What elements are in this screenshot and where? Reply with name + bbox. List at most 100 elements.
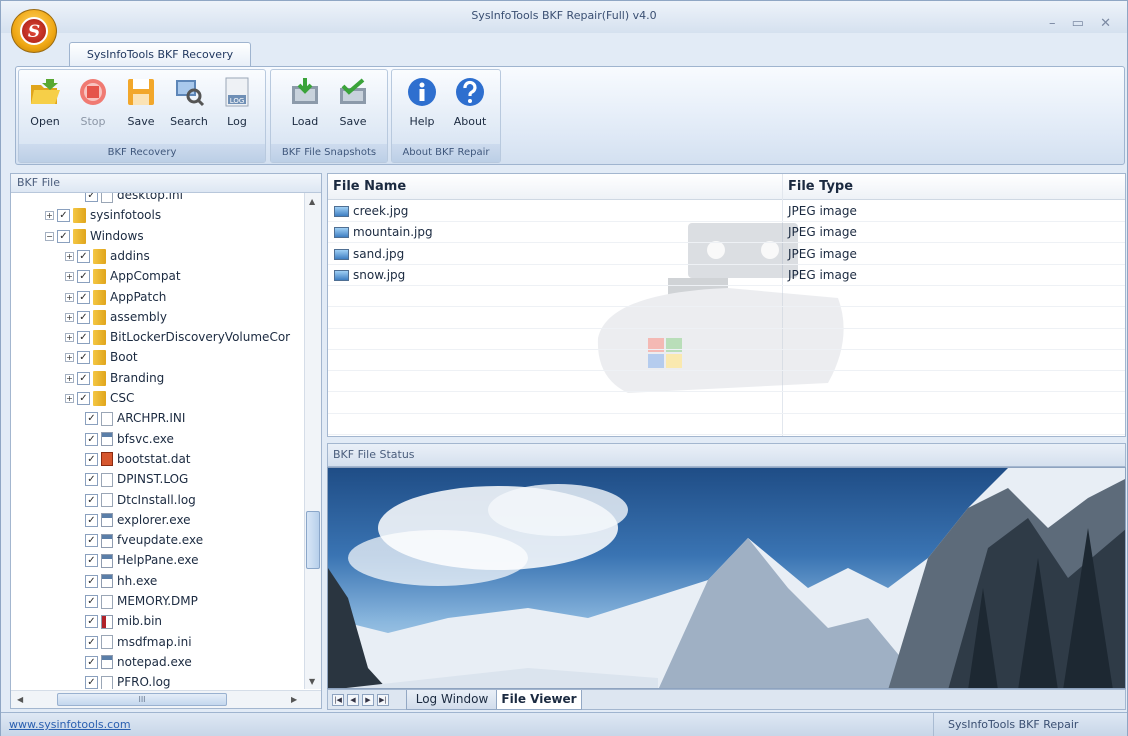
tree-checkbox[interactable]: ✓ <box>77 310 90 324</box>
tree-item[interactable]: ✓ PFRO.log <box>85 672 171 689</box>
scroll-right-icon[interactable]: ▶ <box>291 695 297 704</box>
tree-horizontal-scrollbar[interactable]: ◀ III ▶ <box>11 690 321 708</box>
tree-checkbox[interactable]: ✓ <box>77 290 90 304</box>
group-bkf-snapshots: Load Save BKF File Snapshots <box>270 69 388 163</box>
tree-expander-icon[interactable]: + <box>45 211 54 221</box>
website-link[interactable]: www.sysinfotools.com <box>9 718 131 731</box>
tree-item[interactable]: ✓ HelpPane.exe <box>85 550 199 570</box>
tree-expander-icon[interactable]: + <box>65 333 74 343</box>
tree-checkbox[interactable]: ✓ <box>85 574 98 588</box>
tree-item[interactable]: + ✓ assembly <box>65 307 167 327</box>
exe-file-icon <box>101 432 113 447</box>
tree-item[interactable]: + ✓ Branding <box>65 368 164 388</box>
tree-checkbox[interactable]: ✓ <box>77 331 90 345</box>
tree-checkbox[interactable]: ✓ <box>85 635 98 649</box>
tree-item[interactable]: + ✓ Boot <box>65 347 138 367</box>
tree-item[interactable]: ✓ msdfmap.ini <box>85 632 192 652</box>
tab-bkf-recovery[interactable]: SysInfoTools BKF Recovery <box>69 42 251 66</box>
tree-item[interactable]: ✓ DPINST.LOG <box>85 469 188 489</box>
log-button[interactable]: LOG Log <box>215 76 259 134</box>
tree-item[interactable]: + ✓ addins <box>65 246 150 266</box>
tree-item[interactable]: + ✓ CSC <box>65 388 134 408</box>
save-snapshot-button[interactable]: Save <box>331 76 375 134</box>
folder-icon <box>93 248 106 264</box>
tree-expander-icon[interactable]: + <box>65 373 74 383</box>
scroll-thumb[interactable] <box>306 511 320 569</box>
table-row[interactable]: snow.jpg JPEG image <box>328 265 1125 286</box>
scroll-down-icon[interactable]: ▼ <box>309 677 315 686</box>
tree-vertical-scrollbar[interactable]: ▲ ▼ <box>304 193 321 689</box>
tree-item[interactable]: ✓ DtcInstall.log <box>85 490 196 510</box>
tree-checkbox[interactable]: ✓ <box>77 249 90 263</box>
save-button[interactable]: Save <box>119 76 163 134</box>
tree-checkbox[interactable]: ✓ <box>85 534 98 548</box>
tree-checkbox[interactable]: ✓ <box>85 554 98 568</box>
tree-checkbox[interactable]: ✓ <box>85 412 98 426</box>
tree-checkbox[interactable]: ✓ <box>85 473 98 487</box>
app-menu-orb[interactable]: S <box>11 9 57 53</box>
tree-checkbox[interactable]: ✓ <box>85 193 98 202</box>
tree-item[interactable]: + ✓ BitLockerDiscoveryVolumeCor <box>65 327 290 347</box>
search-button[interactable]: Search <box>167 76 211 134</box>
open-button[interactable]: Open <box>23 76 67 134</box>
prev-tab-icon[interactable]: ◀ <box>347 694 359 706</box>
tree-checkbox[interactable]: ✓ <box>85 615 98 629</box>
tree-checkbox[interactable]: ✓ <box>85 595 98 608</box>
tree-item[interactable]: ✓ notepad.exe <box>85 652 192 672</box>
scroll-left-icon[interactable]: ◀ <box>17 695 23 704</box>
tree-checkbox[interactable]: ✓ <box>77 351 90 365</box>
stop-button[interactable]: Stop <box>71 76 115 134</box>
tree-checkbox[interactable]: ✓ <box>85 432 98 446</box>
tree-expander-icon[interactable]: + <box>65 292 74 302</box>
tree-item[interactable]: ✓ MEMORY.DMP <box>85 591 198 611</box>
tree-item[interactable]: ✓ fveupdate.exe <box>85 530 203 550</box>
tree-checkbox[interactable]: ✓ <box>85 676 98 689</box>
table-row[interactable]: mountain.jpg JPEG image <box>328 222 1125 244</box>
tree-item[interactable]: ✓ bootstat.dat <box>85 449 191 469</box>
status-bar: www.sysinfotools.com SysInfoTools BKF Re… <box>1 712 1127 736</box>
tree-checkbox[interactable]: ✓ <box>85 493 98 507</box>
window-controls[interactable]: – ▭ ✕ <box>1049 9 1117 39</box>
tree-checkbox[interactable]: ✓ <box>57 209 70 223</box>
folder-icon <box>93 269 106 285</box>
scroll-up-icon[interactable]: ▲ <box>309 197 315 206</box>
bottom-tab-bar: |◀ ◀ ▶ ▶| Log Window File Viewer <box>327 689 1126 710</box>
about-button[interactable]: About <box>448 76 492 134</box>
last-tab-icon[interactable]: ▶| <box>377 694 389 706</box>
tree-checkbox[interactable]: ✓ <box>77 371 90 385</box>
tree-item[interactable]: ✓ ARCHPR.INI <box>85 408 185 428</box>
tree-checkbox[interactable]: ✓ <box>57 229 70 243</box>
tree-checkbox[interactable]: ✓ <box>77 392 90 405</box>
scroll-thumb-horizontal[interactable]: III <box>57 693 227 706</box>
tree-item[interactable]: ✓ desktop.ini <box>85 193 183 205</box>
table-row[interactable]: sand.jpg JPEG image <box>328 244 1125 265</box>
tab-log-window[interactable]: Log Window <box>406 690 498 710</box>
tree-item[interactable]: ✓ mib.bin <box>85 611 162 631</box>
tree-item[interactable]: ✓ explorer.exe <box>85 510 191 530</box>
tree-item[interactable]: ✓ bfsvc.exe <box>85 429 174 449</box>
tree-item[interactable]: ✓ hh.exe <box>85 571 157 591</box>
table-row[interactable]: creek.jpg JPEG image <box>328 201 1125 222</box>
column-header-file-type[interactable]: File Type <box>782 174 1125 200</box>
tree-expander-icon[interactable]: − <box>45 231 54 241</box>
tree-expander-icon[interactable]: + <box>65 251 74 261</box>
tree-expander-icon[interactable]: + <box>65 272 74 282</box>
tree-expander-icon[interactable]: + <box>65 312 74 322</box>
load-snapshot-button[interactable]: Load <box>283 76 327 134</box>
file-tree[interactable]: ✓ desktop.ini + ✓ sysinfotools − ✓ Windows + ✓ add… <box>11 193 305 689</box>
tree-checkbox[interactable]: ✓ <box>85 513 98 527</box>
tree-item[interactable]: + ✓ sysinfotools <box>45 205 161 225</box>
tree-checkbox[interactable]: ✓ <box>77 270 90 284</box>
tree-checkbox[interactable]: ✓ <box>85 452 98 466</box>
tree-item[interactable]: + ✓ AppCompat <box>65 266 181 286</box>
tree-expander-icon[interactable]: + <box>65 394 74 403</box>
tree-expander-icon[interactable]: + <box>65 353 74 363</box>
tree-item[interactable]: + ✓ AppPatch <box>65 287 166 307</box>
next-tab-icon[interactable]: ▶ <box>362 694 374 706</box>
help-button[interactable]: Help <box>400 76 444 134</box>
tree-item[interactable]: − ✓ Windows <box>45 226 144 246</box>
tab-file-viewer[interactable]: File Viewer <box>496 690 582 710</box>
first-tab-icon[interactable]: |◀ <box>332 694 344 706</box>
tree-checkbox[interactable]: ✓ <box>85 655 98 669</box>
column-header-file-name[interactable]: File Name <box>328 174 782 200</box>
